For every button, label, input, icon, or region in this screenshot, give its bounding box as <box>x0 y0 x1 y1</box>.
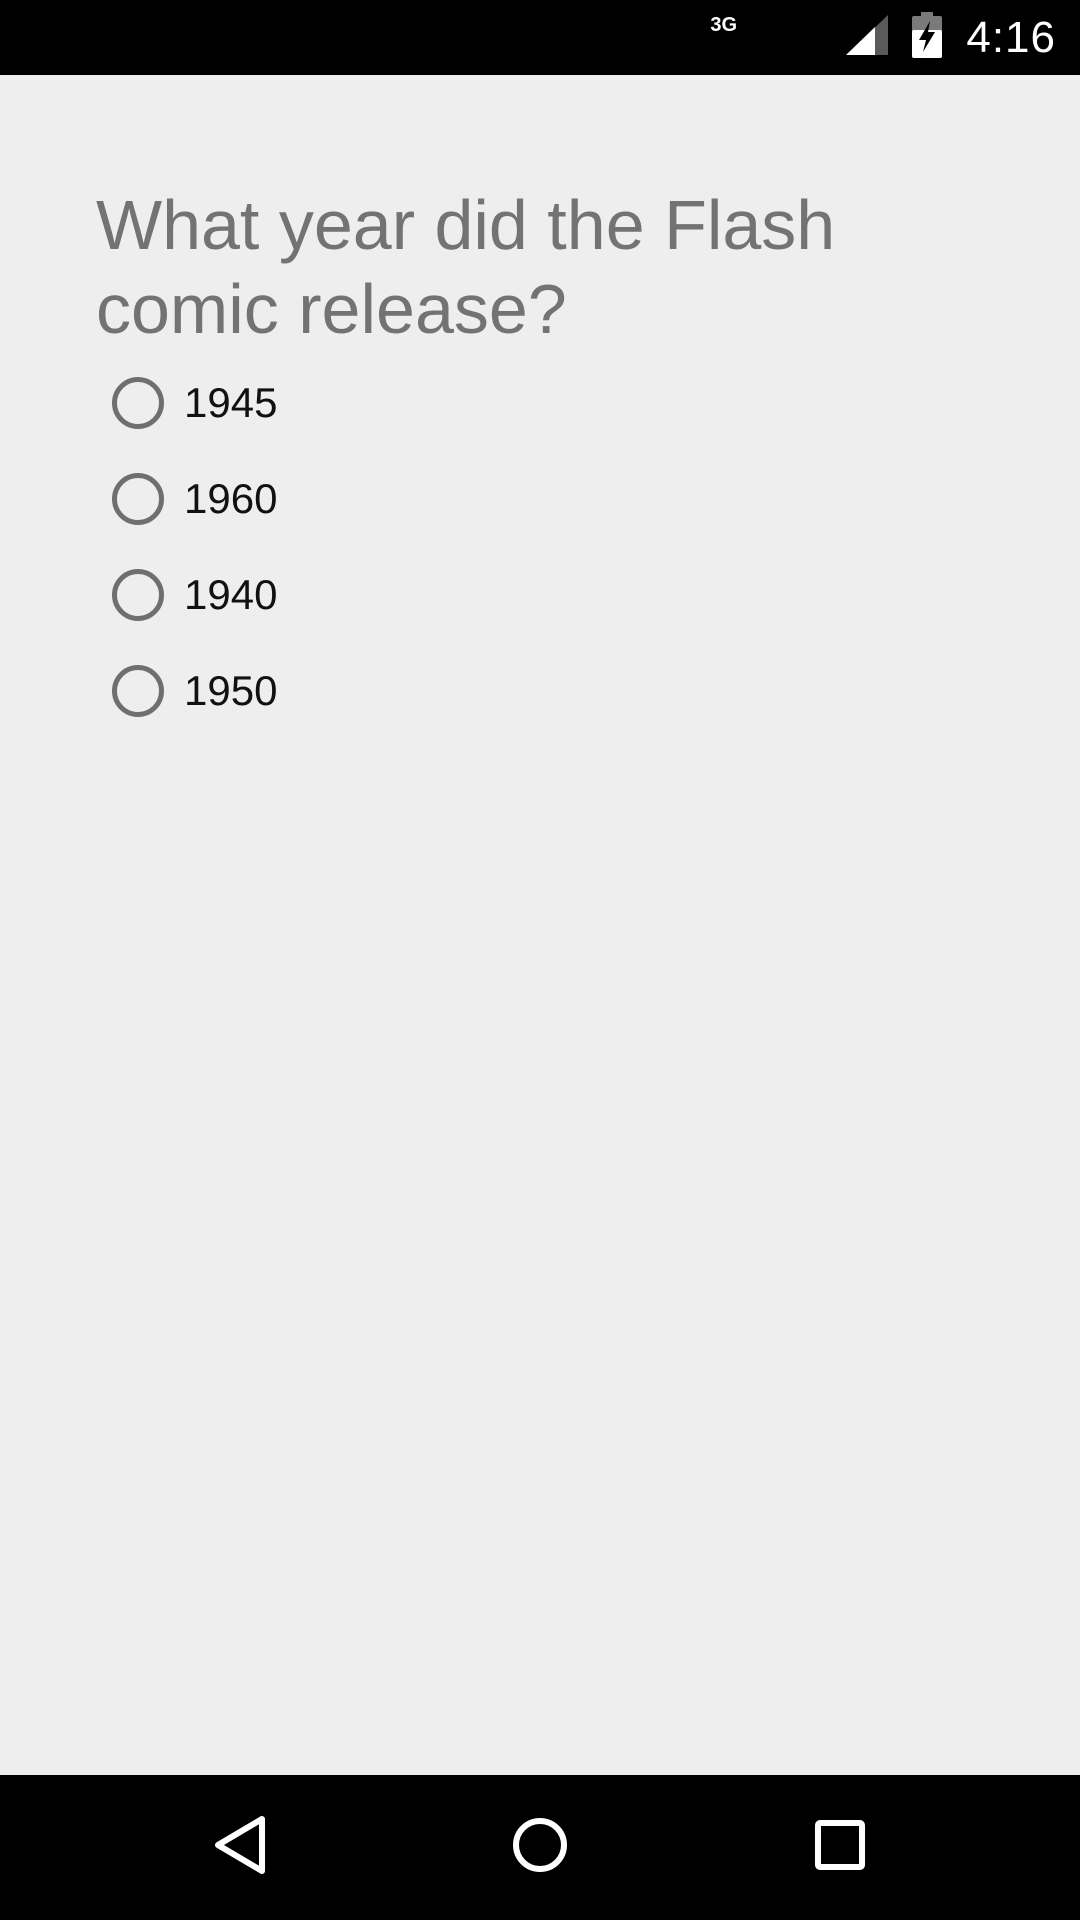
status-bar: 3G 4:16 <box>0 0 1080 75</box>
navigation-bar <box>0 1775 1080 1920</box>
battery-charging-icon <box>912 12 943 63</box>
answer-option[interactable]: 1960 <box>112 463 277 535</box>
answer-option[interactable]: 1940 <box>112 559 277 631</box>
radio-button[interactable] <box>112 569 164 621</box>
recents-icon <box>812 1817 868 1878</box>
back-button[interactable] <box>160 1775 320 1920</box>
answer-label: 1940 <box>184 571 278 618</box>
signal-icon <box>844 13 890 62</box>
answer-label: 1960 <box>184 475 278 522</box>
answer-option[interactable]: 1945 <box>112 367 277 439</box>
home-icon <box>510 1815 570 1880</box>
status-icons: 3G 4:16 <box>710 0 1056 75</box>
radio-button[interactable] <box>112 473 164 525</box>
answer-label: 1950 <box>184 667 278 714</box>
home-button[interactable] <box>460 1775 620 1920</box>
recents-button[interactable] <box>760 1775 920 1920</box>
answer-option[interactable]: 1950 <box>112 655 277 727</box>
radio-button[interactable] <box>112 665 164 717</box>
radio-button[interactable] <box>112 377 164 429</box>
clock: 4:16 <box>966 12 1056 62</box>
answer-label: 1945 <box>184 379 278 426</box>
quiz-screen: What year did the Flash comic release? 1… <box>0 75 1080 1775</box>
network-type-label: 3G <box>710 14 738 36</box>
question-text: What year did the Flash comic release? <box>96 186 836 348</box>
back-icon <box>210 1813 270 1882</box>
